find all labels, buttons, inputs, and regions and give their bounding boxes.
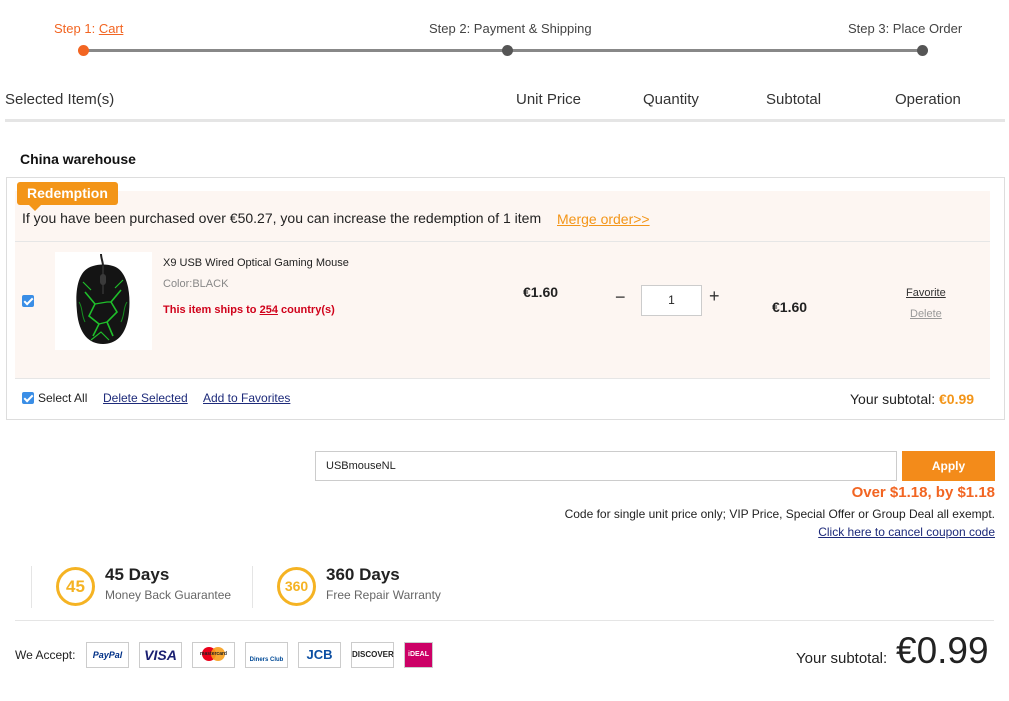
add-to-favorites-link[interactable]: Add to Favorites bbox=[203, 391, 290, 405]
box-subtotal: Your subtotal: €0.99 bbox=[850, 391, 974, 407]
item-unit-price: €1.60 bbox=[523, 284, 559, 300]
ships-suffix: country(s) bbox=[277, 304, 335, 316]
product-name[interactable]: X9 USB Wired Optical Gaming Mouse bbox=[163, 257, 349, 269]
guarantee-separator bbox=[252, 566, 253, 608]
step-1: Step 1: Cart bbox=[54, 21, 123, 36]
final-subtotal-label: Your subtotal: bbox=[796, 650, 888, 667]
favorite-link[interactable]: Favorite bbox=[906, 287, 946, 299]
mastercard-label: mastercard bbox=[200, 651, 227, 657]
warehouse-title: China warehouse bbox=[20, 151, 136, 167]
cart-table-header: Selected Item(s) Unit Price Quantity Sub… bbox=[5, 86, 1005, 122]
ships-country-count-link[interactable]: 254 bbox=[260, 304, 278, 316]
coupon-note: Code for single unit price only; VIP Pri… bbox=[564, 507, 995, 521]
step-2: Step 2: Payment & Shipping bbox=[429, 21, 592, 36]
cart-box: Redemption If you have been purchased ov… bbox=[6, 177, 1005, 420]
mastercard-icon: mastercard bbox=[192, 642, 235, 668]
coupon-message: Over $1.18, by $1.18 bbox=[851, 484, 995, 501]
select-all-checkbox[interactable] bbox=[22, 392, 34, 404]
product-image[interactable] bbox=[55, 252, 152, 350]
apply-coupon-button[interactable]: Apply bbox=[902, 451, 995, 481]
promo-divider bbox=[15, 241, 990, 242]
delete-selected-link[interactable]: Delete Selected bbox=[103, 391, 188, 405]
header-subtotal: Subtotal bbox=[766, 91, 822, 108]
header-unit-price: Unit Price bbox=[516, 91, 582, 108]
delete-link[interactable]: Delete bbox=[910, 308, 942, 320]
merge-order-link[interactable]: Merge order>> bbox=[557, 211, 650, 227]
guarantee-subtitle: Free Repair Warranty bbox=[326, 588, 441, 602]
step-1-dot bbox=[78, 45, 89, 56]
product-color: Color:BLACK bbox=[163, 278, 229, 290]
paypal-icon: PayPal bbox=[86, 642, 129, 668]
guarantee-title: 45 Days bbox=[105, 565, 170, 584]
guarantee-separator bbox=[31, 566, 32, 608]
step-2-dot bbox=[502, 45, 513, 56]
promo-area: Redemption If you have been purchased ov… bbox=[15, 182, 990, 379]
quantity-increase-button[interactable]: + bbox=[709, 287, 720, 305]
visa-icon: VISA bbox=[139, 642, 182, 668]
jcb-icon: JCB bbox=[298, 642, 341, 668]
final-subtotal-value: €0.99 bbox=[896, 630, 989, 671]
product-shipping-info: This item ships to 254 country(s) bbox=[163, 304, 335, 316]
item-checkbox[interactable] bbox=[22, 295, 34, 307]
repair-warranty-badge-icon: 360 bbox=[277, 567, 316, 606]
select-all-label[interactable]: Select All bbox=[38, 391, 87, 405]
redemption-tag: Redemption bbox=[17, 182, 118, 211]
item-divider bbox=[15, 378, 990, 379]
coupon-code-input[interactable]: USBmouseNL bbox=[315, 451, 897, 481]
step-connector-2 bbox=[508, 49, 922, 52]
promo-text: If you have been purchased over €50.27, … bbox=[22, 210, 542, 226]
guarantee-subtitle: Money Back Guarantee bbox=[105, 588, 232, 602]
guarantee-title: 360 Days bbox=[326, 565, 400, 584]
box-subtotal-label: Your subtotal: bbox=[850, 391, 939, 407]
footer-divider bbox=[15, 620, 994, 621]
step-connector-1 bbox=[88, 49, 508, 52]
discover-icon: DISCOVER bbox=[351, 642, 394, 668]
header-quantity: Quantity bbox=[643, 91, 699, 108]
money-back-badge-icon: 45 bbox=[56, 567, 95, 606]
diners-club-icon: Diners Club bbox=[245, 642, 288, 668]
quantity-decrease-button[interactable]: − bbox=[615, 288, 626, 306]
step-3-dot bbox=[917, 45, 928, 56]
header-selected-items: Selected Item(s) bbox=[5, 91, 115, 108]
item-subtotal: €1.60 bbox=[772, 299, 808, 315]
gaming-mouse-image bbox=[76, 253, 130, 344]
quantity-input[interactable]: 1 bbox=[641, 285, 702, 316]
we-accept-label: We Accept: bbox=[15, 648, 76, 662]
ships-prefix: This item ships to bbox=[163, 304, 260, 316]
ideal-icon: iDEAL bbox=[404, 642, 433, 668]
header-operation: Operation bbox=[895, 91, 961, 108]
cancel-coupon-link[interactable]: Click here to cancel coupon code bbox=[818, 525, 995, 539]
step-3: Step 3: Place Order bbox=[848, 21, 963, 36]
checkout-steps: Step 1: Cart Step 2: Payment & Shipping … bbox=[0, 0, 1009, 70]
step-1-cart-link[interactable]: Cart bbox=[99, 21, 124, 36]
box-subtotal-value: €0.99 bbox=[939, 391, 975, 407]
step-1-prefix: Step 1: bbox=[54, 21, 99, 36]
